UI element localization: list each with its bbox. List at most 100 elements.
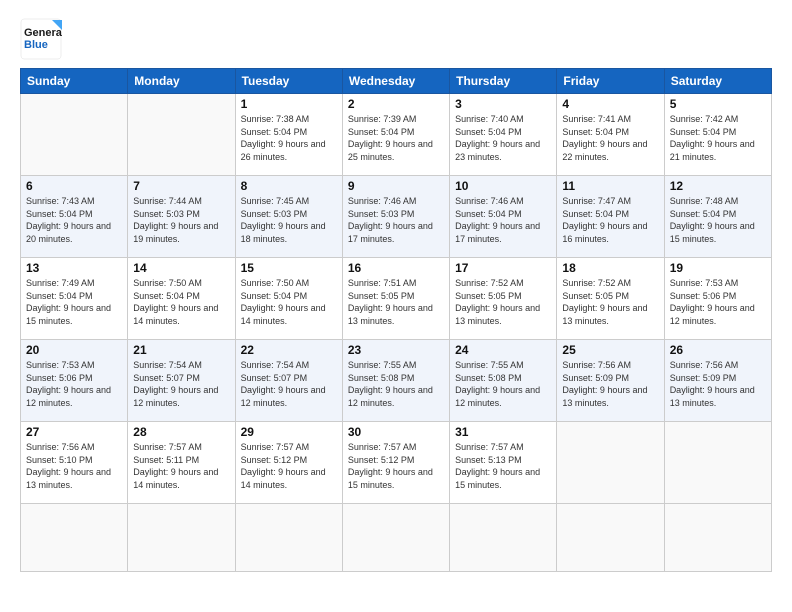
calendar-row-6 <box>21 504 772 572</box>
day-number: 23 <box>348 343 444 357</box>
weekday-header-monday: Monday <box>128 69 235 94</box>
day-number: 19 <box>670 261 766 275</box>
empty-cell <box>128 504 235 572</box>
day-info: Sunrise: 7:38 AMSunset: 5:04 PMDaylight:… <box>241 113 337 163</box>
day-info: Sunrise: 7:57 AMSunset: 5:11 PMDaylight:… <box>133 441 229 491</box>
day-info: Sunrise: 7:44 AMSunset: 5:03 PMDaylight:… <box>133 195 229 245</box>
weekday-header-row: SundayMondayTuesdayWednesdayThursdayFrid… <box>21 69 772 94</box>
day-info: Sunrise: 7:54 AMSunset: 5:07 PMDaylight:… <box>241 359 337 409</box>
empty-cell <box>664 504 771 572</box>
day-number: 7 <box>133 179 229 193</box>
day-cell-5: 5Sunrise: 7:42 AMSunset: 5:04 PMDaylight… <box>664 94 771 176</box>
day-cell-14: 14 Sunrise: 7:50 AMSunset: 5:04 PMDayligh… <box>128 258 235 340</box>
day-number: 26 <box>670 343 766 357</box>
logo-svg: General Blue <box>20 18 62 60</box>
day-cell-15: 15Sunrise: 7:50 AMSunset: 5:04 PMDayligh… <box>235 258 342 340</box>
day-info: Sunrise: 7:57 AMSunset: 5:12 PMDaylight:… <box>348 441 444 491</box>
day-cell-19: 19 Sunrise: 7:53 AMSunset: 5:06 PMDayligh… <box>664 258 771 340</box>
calendar-row-5: 27 Sunrise: 7:56 AMSunset: 5:10 PMDayligh… <box>21 422 772 504</box>
day-info: Sunrise: 7:57 AMSunset: 5:13 PMDaylight:… <box>455 441 551 491</box>
day-cell-9: 9Sunrise: 7:46 AMSunset: 5:03 PMDaylight… <box>342 176 449 258</box>
day-number: 22 <box>241 343 337 357</box>
day-cell-29: 29 Sunrise: 7:57 AMSunset: 5:12 PMDayligh… <box>235 422 342 504</box>
day-cell-31: 31 Sunrise: 7:57 AMSunset: 5:13 PMDayligh… <box>450 422 557 504</box>
day-info: Sunrise: 7:56 AMSunset: 5:10 PMDaylight:… <box>26 441 122 491</box>
day-number: 12 <box>670 179 766 193</box>
day-info: Sunrise: 7:45 AMSunset: 5:03 PMDaylight:… <box>241 195 337 245</box>
day-cell-13: 13 Sunrise: 7:49 AMSunset: 5:04 PMDayligh… <box>21 258 128 340</box>
day-cell-7: 7 Sunrise: 7:44 AMSunset: 5:03 PMDaylight… <box>128 176 235 258</box>
day-info: Sunrise: 7:41 AMSunset: 5:04 PMDaylight:… <box>562 113 658 163</box>
day-number: 27 <box>26 425 122 439</box>
day-number: 20 <box>26 343 122 357</box>
day-number: 10 <box>455 179 551 193</box>
empty-cell <box>342 504 449 572</box>
day-info: Sunrise: 7:46 AMSunset: 5:04 PMDaylight:… <box>455 195 551 245</box>
day-cell-10: 10 Sunrise: 7:46 AMSunset: 5:04 PMDayligh… <box>450 176 557 258</box>
day-cell-12: 12 Sunrise: 7:48 AMSunset: 5:04 PMDayligh… <box>664 176 771 258</box>
day-number: 24 <box>455 343 551 357</box>
svg-text:Blue: Blue <box>24 39 48 51</box>
weekday-header-sunday: Sunday <box>21 69 128 94</box>
empty-cell <box>21 504 128 572</box>
day-info: Sunrise: 7:50 AMSunset: 5:04 PMDaylight:… <box>241 277 337 327</box>
day-info: Sunrise: 7:47 AMSunset: 5:04 PMDaylight:… <box>562 195 658 245</box>
day-cell-30: 30 Sunrise: 7:57 AMSunset: 5:12 PMDayligh… <box>342 422 449 504</box>
day-cell-28: 28 Sunrise: 7:57 AMSunset: 5:11 PMDayligh… <box>128 422 235 504</box>
day-number: 25 <box>562 343 658 357</box>
day-info: Sunrise: 7:39 AMSunset: 5:04 PMDaylight:… <box>348 113 444 163</box>
day-info: Sunrise: 7:43 AMSunset: 5:04 PMDaylight:… <box>26 195 122 245</box>
day-number: 1 <box>241 97 337 111</box>
day-cell-8: 8Sunrise: 7:45 AMSunset: 5:03 PMDaylight… <box>235 176 342 258</box>
page: General Blue SundayMondayTuesdayWednesda… <box>0 0 792 612</box>
day-info: Sunrise: 7:57 AMSunset: 5:12 PMDaylight:… <box>241 441 337 491</box>
day-info: Sunrise: 7:48 AMSunset: 5:04 PMDaylight:… <box>670 195 766 245</box>
day-number: 3 <box>455 97 551 111</box>
empty-cell <box>235 504 342 572</box>
empty-cell <box>557 504 664 572</box>
day-cell-1: 1 Sunrise: 7:38 AMSunset: 5:04 PMDaylight… <box>235 94 342 176</box>
day-number: 16 <box>348 261 444 275</box>
day-cell-16: 16Sunrise: 7:51 AMSunset: 5:05 PMDayligh… <box>342 258 449 340</box>
day-info: Sunrise: 7:55 AMSunset: 5:08 PMDaylight:… <box>455 359 551 409</box>
day-number: 21 <box>133 343 229 357</box>
day-number: 14 <box>133 261 229 275</box>
day-number: 13 <box>26 261 122 275</box>
weekday-header-thursday: Thursday <box>450 69 557 94</box>
weekday-header-tuesday: Tuesday <box>235 69 342 94</box>
day-number: 31 <box>455 425 551 439</box>
weekday-header-friday: Friday <box>557 69 664 94</box>
empty-cell <box>557 422 664 504</box>
day-cell-22: 22 Sunrise: 7:54 AMSunset: 5:07 PMDayligh… <box>235 340 342 422</box>
day-info: Sunrise: 7:53 AMSunset: 5:06 PMDaylight:… <box>670 277 766 327</box>
day-cell-11: 11Sunrise: 7:47 AMSunset: 5:04 PMDayligh… <box>557 176 664 258</box>
header: General Blue <box>20 18 772 60</box>
calendar-row-4: 20Sunrise: 7:53 AMSunset: 5:06 PMDayligh… <box>21 340 772 422</box>
day-info: Sunrise: 7:56 AMSunset: 5:09 PMDaylight:… <box>562 359 658 409</box>
calendar-row-2: 6Sunrise: 7:43 AMSunset: 5:04 PMDaylight… <box>21 176 772 258</box>
day-number: 30 <box>348 425 444 439</box>
day-number: 4 <box>562 97 658 111</box>
empty-cell <box>21 94 128 176</box>
day-info: Sunrise: 7:40 AMSunset: 5:04 PMDaylight:… <box>455 113 551 163</box>
weekday-header-saturday: Saturday <box>664 69 771 94</box>
day-cell-3: 3 Sunrise: 7:40 AMSunset: 5:04 PMDaylight… <box>450 94 557 176</box>
day-info: Sunrise: 7:49 AMSunset: 5:04 PMDaylight:… <box>26 277 122 327</box>
day-info: Sunrise: 7:46 AMSunset: 5:03 PMDaylight:… <box>348 195 444 245</box>
day-cell-23: 23Sunrise: 7:55 AMSunset: 5:08 PMDayligh… <box>342 340 449 422</box>
day-number: 18 <box>562 261 658 275</box>
svg-text:General: General <box>24 27 62 39</box>
day-info: Sunrise: 7:50 AMSunset: 5:04 PMDaylight:… <box>133 277 229 327</box>
day-info: Sunrise: 7:56 AMSunset: 5:09 PMDaylight:… <box>670 359 766 409</box>
day-number: 28 <box>133 425 229 439</box>
empty-cell <box>450 504 557 572</box>
empty-cell <box>128 94 235 176</box>
day-info: Sunrise: 7:42 AMSunset: 5:04 PMDaylight:… <box>670 113 766 163</box>
day-number: 29 <box>241 425 337 439</box>
calendar-row-3: 13 Sunrise: 7:49 AMSunset: 5:04 PMDayligh… <box>21 258 772 340</box>
calendar-table: SundayMondayTuesdayWednesdayThursdayFrid… <box>20 68 772 572</box>
logo: General Blue <box>20 18 62 60</box>
day-cell-21: 21Sunrise: 7:54 AMSunset: 5:07 PMDayligh… <box>128 340 235 422</box>
day-cell-6: 6Sunrise: 7:43 AMSunset: 5:04 PMDaylight… <box>21 176 128 258</box>
weekday-header-wednesday: Wednesday <box>342 69 449 94</box>
